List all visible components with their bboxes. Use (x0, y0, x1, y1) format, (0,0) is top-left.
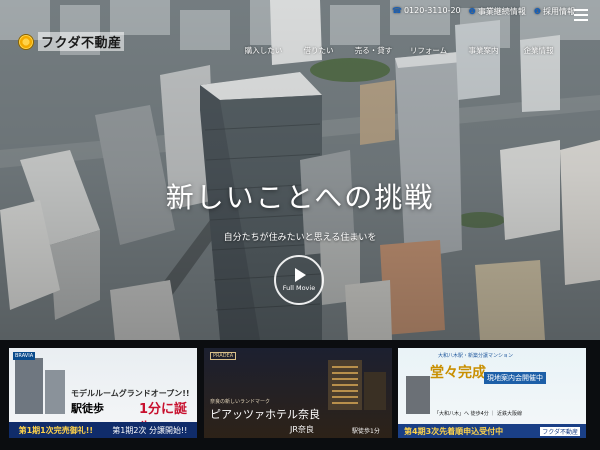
banner-title: 堂々完成 (430, 365, 486, 381)
banner-walk-label: 駅徒歩 (71, 402, 104, 415)
nav-item-company[interactable]: 企業情報 (511, 45, 566, 56)
recruit-link[interactable]: ❶ 採用情報 (534, 6, 575, 17)
phone-icon: ☎ (392, 6, 402, 15)
brand-badge: BRAVIA (13, 352, 36, 360)
phone-number: 0120-3110-20 (403, 6, 461, 15)
company-logo[interactable]: フクダ不動産 (18, 32, 125, 51)
banner-caption: 大和八木駅・新築分譲マンション (438, 353, 514, 359)
nav-item-reform[interactable]: リフォーム (401, 45, 456, 56)
sale-start-label: 第1期2次 分譲開始!! (112, 425, 188, 435)
menu-icon[interactable] (574, 9, 588, 21)
application-label: 第4期3次先着順申込受付中 (404, 426, 504, 436)
nav-item-business[interactable]: 事業案内 (456, 45, 511, 56)
logo-text: フクダ不動産 (38, 32, 125, 51)
sold-out-label: 第1期1次完売御礼!! (18, 425, 94, 435)
event-badge: 現地案内会開催中 (484, 372, 546, 384)
banner-caption: 奈良の新しいランドマーク (210, 399, 271, 405)
info-icon: ❶ (468, 7, 476, 16)
hero-subtitle: 自分たちが住みたいと思える住まいを (223, 233, 377, 243)
nav-item-sell[interactable]: 売る・貸す (346, 45, 401, 56)
nav-item-rent[interactable]: 借りたい (291, 45, 346, 56)
banner-footer: 第4期3次先着順申込受付中 フクダ不動産 (398, 424, 586, 438)
play-movie-button[interactable]: Full Movie (274, 255, 324, 305)
recruit-label: 採用情報 (542, 7, 575, 16)
nav-item-buy[interactable]: 購入したい (236, 45, 291, 56)
banner-strip: BRAVIA モデルルームグランドオープン!! 駅徒歩 1分に誕生!! 第1期1… (0, 340, 600, 450)
walk-label: 駅徒歩1分 (352, 428, 380, 435)
hotel-windows (332, 366, 358, 406)
banner-footer: 第1期1次完売御礼!! 第1期2次 分譲開始!! (9, 422, 197, 438)
brand-badge: PRADEA (210, 352, 237, 360)
banner-piazza-hotel[interactable]: PRADEA 奈良の新しいランドマーク ピアッツァホテル奈良 JR奈良 駅徒歩1… (204, 348, 392, 438)
building-image (15, 358, 43, 414)
station-label: JR奈良 (290, 425, 314, 434)
phone-link[interactable]: ☎ 0120-3110-20 (392, 6, 461, 17)
main-nav: 購入したい 借りたい 売る・貸す リフォーム 事業案内 企業情報 (236, 45, 566, 56)
play-label: Full Movie (282, 284, 316, 292)
play-icon (295, 268, 306, 282)
sun-logo-icon (18, 33, 34, 50)
info-icon: ❶ (533, 7, 541, 16)
banner-completion[interactable]: 大和八木駅・新築分譲マンション 堂々完成 現地案内会開催中 「大和八木」へ 徒歩… (398, 348, 586, 438)
business-continuity-label: 事業継続情報 (477, 7, 526, 16)
top-links: ☎ 0120-3110-20 ❶ 事業継続情報 ❶ 採用情報 (392, 6, 575, 17)
business-continuity-link[interactable]: ❶ 事業継続情報 (469, 6, 526, 17)
building-image (406, 376, 430, 414)
hero-title: 新しいことへの挑戦 (165, 181, 435, 214)
banner-bravia[interactable]: BRAVIA モデルルームグランドオープン!! 駅徒歩 1分に誕生!! 第1期1… (9, 348, 197, 438)
access-info: 「大和八木」へ 徒歩4分 ｜ 近鉄大阪線 (434, 411, 522, 417)
building-image (45, 370, 65, 414)
banner-title: ピアッツァホテル奈良 (210, 408, 320, 421)
company-mini-logo: フクダ不動産 (540, 426, 580, 436)
hotel-building-image (364, 372, 386, 410)
